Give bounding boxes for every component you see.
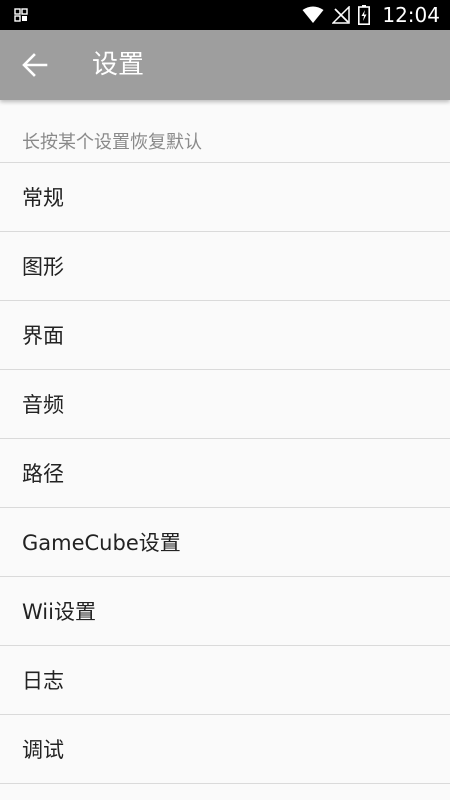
settings-list: 常规 图形 界面 音频 路径 GameCube设置 Wii设置 日志 调试 xyxy=(0,163,450,784)
settings-item-label: 路径 xyxy=(22,462,64,486)
settings-item-general[interactable]: 常规 xyxy=(0,163,450,232)
app-toolbar: 设置 xyxy=(0,30,450,100)
settings-item-graphics[interactable]: 图形 xyxy=(0,232,450,301)
arrow-left-icon[interactable] xyxy=(22,53,48,77)
battery-charging-icon xyxy=(358,5,371,25)
notification-grid-icon xyxy=(14,8,28,22)
settings-item-label: 调试 xyxy=(22,738,64,762)
reset-hint: 长按某个设置恢复默认 xyxy=(22,132,202,153)
settings-item-wii[interactable]: Wii设置 xyxy=(0,577,450,646)
clock: 12:04 xyxy=(382,3,440,27)
wifi-icon xyxy=(302,6,324,23)
settings-item-interface[interactable]: 界面 xyxy=(0,301,450,370)
no-signal-icon xyxy=(332,6,351,24)
settings-item-label: 常规 xyxy=(22,186,64,210)
settings-item-gamecube[interactable]: GameCube设置 xyxy=(0,508,450,577)
settings-item-label: 音频 xyxy=(22,393,64,417)
settings-item-label: 图形 xyxy=(22,255,64,279)
settings-item-debug[interactable]: 调试 xyxy=(0,715,450,784)
settings-item-paths[interactable]: 路径 xyxy=(0,439,450,508)
settings-item-audio[interactable]: 音频 xyxy=(0,370,450,439)
settings-item-label: 界面 xyxy=(22,324,64,348)
settings-item-label: Wii设置 xyxy=(22,600,96,624)
settings-item-label: 日志 xyxy=(22,669,64,693)
status-bar: 12:04 xyxy=(0,0,450,30)
page-title: 设置 xyxy=(92,50,145,80)
settings-item-label: GameCube设置 xyxy=(22,531,181,555)
settings-item-log[interactable]: 日志 xyxy=(0,646,450,715)
